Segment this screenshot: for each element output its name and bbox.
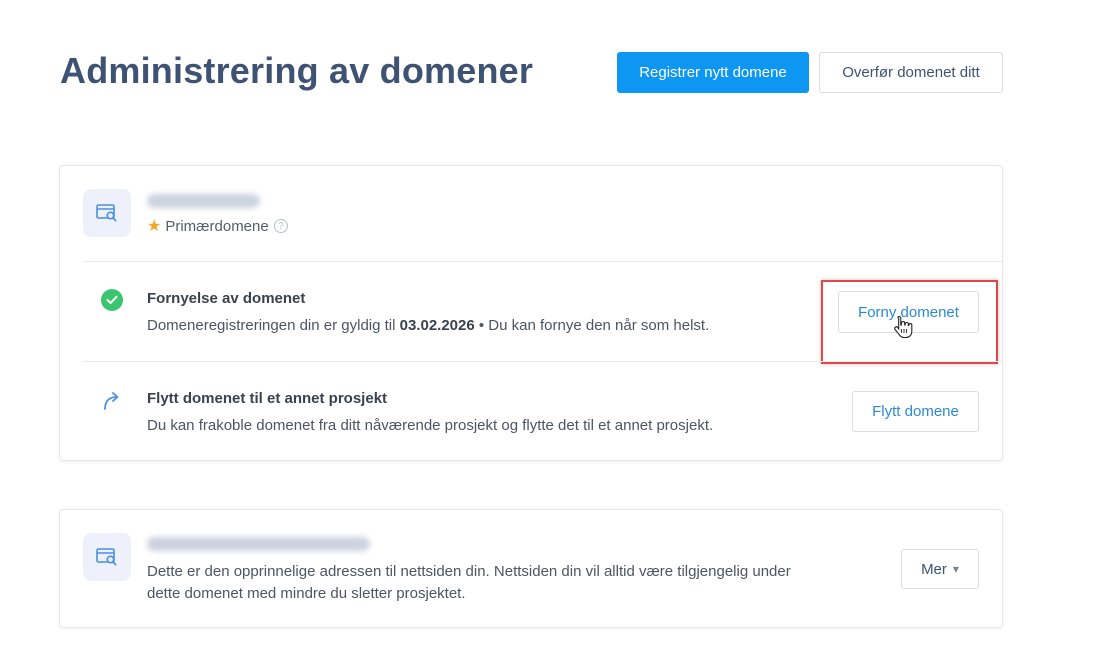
divider <box>83 261 1002 262</box>
transfer-domain-button[interactable]: Overfør domenet ditt <box>819 52 1003 93</box>
domain-search-icon <box>83 533 131 581</box>
renewal-date: 03.02.2026 <box>399 317 475 334</box>
domain-name-blurred <box>147 194 260 208</box>
renewal-title: Fornyelse av domenet <box>147 290 306 307</box>
more-label: Mer <box>921 560 947 578</box>
move-domain-button[interactable]: Flytt domene <box>852 391 979 432</box>
move-description: Du kan frakoble domenet fra ditt nåværen… <box>147 417 714 434</box>
more-dropdown-button[interactable]: Mer ▾ <box>901 549 979 589</box>
site-desc-line2: dette domenet med mindre du sletter pros… <box>147 585 466 602</box>
renewal-desc-suffix: • Du kan fornye den når som helst. <box>474 317 710 334</box>
primary-domain-label: ★ Primærdomene ? <box>147 216 288 236</box>
primary-domain-card: ★ Primærdomene ? Fornyelse av domenet Do… <box>59 165 1003 461</box>
site-domain-blurred <box>147 537 370 551</box>
site-desc-line1: Dette er den opprinnelige adressen til n… <box>147 563 791 580</box>
site-address-card: Dette er den opprinnelige adressen til n… <box>59 509 1003 628</box>
renewal-desc-prefix: Domeneregistreringen din er gyldig til <box>147 317 400 334</box>
chevron-down-icon: ▾ <box>952 562 959 576</box>
domain-search-icon <box>83 189 131 237</box>
hand-cursor-icon <box>894 315 913 339</box>
check-circle-icon <box>101 289 123 311</box>
renewal-description: Domeneregistreringen din er gyldig til 0… <box>147 317 709 334</box>
primary-label-text: Primærdomene <box>165 217 269 235</box>
register-domain-button[interactable]: Registrer nytt domene <box>617 52 809 93</box>
star-icon: ★ <box>147 218 162 235</box>
page-title: Administrering av domener <box>60 50 534 91</box>
divider <box>83 361 1002 362</box>
help-icon[interactable]: ? <box>273 219 288 233</box>
redirect-arrow-icon <box>104 392 119 410</box>
move-title: Flytt domenet til et annet prosjekt <box>147 390 388 407</box>
